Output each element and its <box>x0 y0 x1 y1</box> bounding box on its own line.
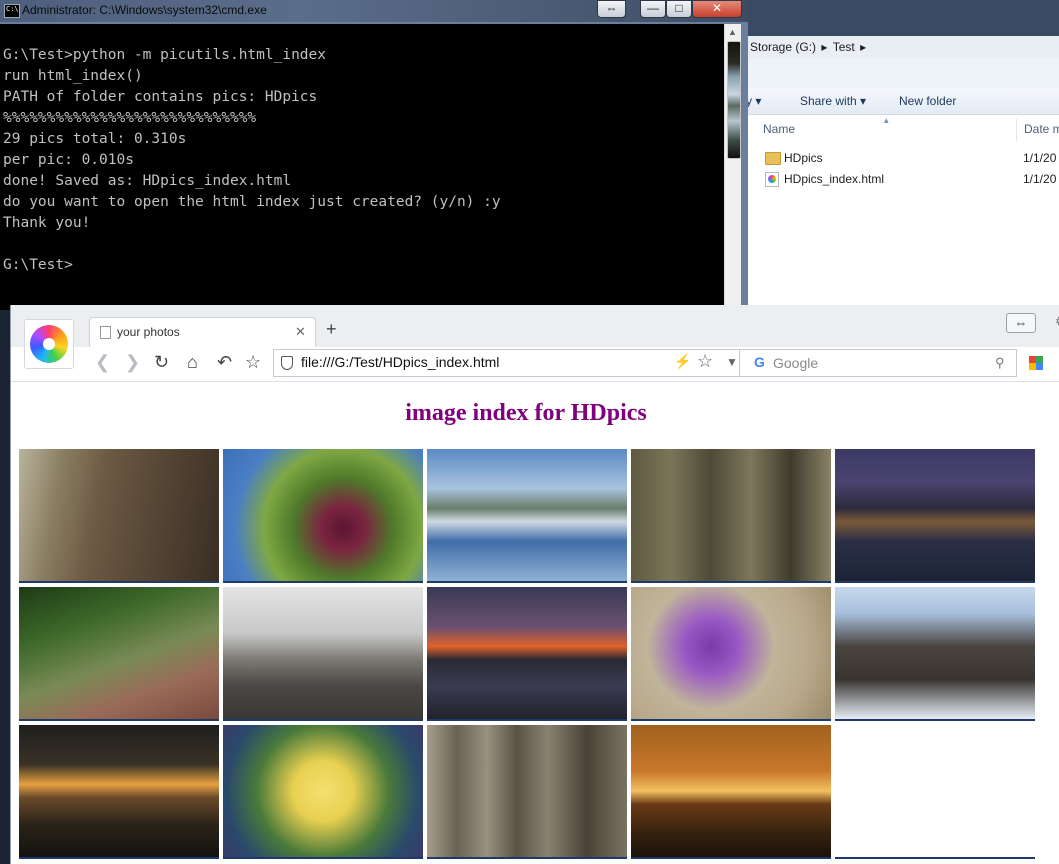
explorer-toolbar: y ▾ Share with ▾ New folder <box>746 88 1059 115</box>
new-tab-button[interactable]: + <box>326 319 337 340</box>
console-prompt: G:\Test> <box>3 257 73 273</box>
file-row-hdpics[interactable]: HDpics 1/1/20 <box>760 148 1059 168</box>
breadcrumb-storage[interactable]: Storage (G:) <box>750 40 816 54</box>
file-row-hdpics-index[interactable]: HDpics_index.html 1/1/20 <box>760 169 1059 189</box>
browser-logo-icon <box>30 325 68 363</box>
chevron-right-icon: ▸ <box>821 40 828 54</box>
console-line: Thank you! <box>3 215 91 231</box>
restore-button[interactable]: ⇔ <box>1006 313 1036 333</box>
thumbnail-clock-tower[interactable] <box>835 587 1035 721</box>
cmd-console-output[interactable]: G:\Test>python -m picutils.html_index ru… <box>0 24 724 310</box>
cmd-app-icon <box>4 4 20 18</box>
explorer-title-bar <box>748 0 1059 36</box>
undo-close-button[interactable]: ↶ <box>217 352 232 373</box>
folder-icon <box>765 152 781 165</box>
console-line: do you want to open the html index just … <box>3 194 501 210</box>
share-with-button[interactable]: Share with ▾ <box>800 94 866 108</box>
shield-icon <box>281 356 293 370</box>
column-name-header[interactable]: Name <box>763 122 795 136</box>
breadcrumb-test[interactable]: Test <box>833 40 855 54</box>
apps-icon[interactable] <box>1029 356 1043 370</box>
tab-your-photos[interactable]: your photos ✕ <box>89 317 316 348</box>
google-icon: G <box>754 354 765 370</box>
explorer-window: Storage (G:) ▸ Test ▸ y ▾ Share with ▾ N… <box>746 0 1059 310</box>
console-line: PATH of folder contains pics: HDpics <box>3 89 318 105</box>
search-box[interactable]: G Google ⚲ <box>739 349 1017 377</box>
explorer-search-strip <box>748 58 1059 88</box>
file-name: HDpics <box>784 151 823 165</box>
thumbnail-ivy-fence[interactable] <box>631 449 831 583</box>
tab-title: your photos <box>117 325 180 339</box>
menu-icon[interactable]: ⚙ <box>1055 313 1059 330</box>
page-content: image index for HDpics <box>11 382 1059 864</box>
cmd-window: Administrator: C:\Windows\system32\cmd.e… <box>0 0 748 310</box>
column-date-header[interactable]: Date m <box>1024 122 1059 136</box>
cmd-title: Administrator: C:\Windows\system32\cmd.e… <box>22 3 267 17</box>
file-list-header: Name ▴ Date m <box>748 115 1059 143</box>
thumbnail-grapes-vine[interactable] <box>223 449 423 583</box>
thumbnail-sunset-bay[interactable] <box>427 587 627 721</box>
thumbnail-wood-planks[interactable] <box>427 725 627 859</box>
file-name: HDpics_index.html <box>784 172 885 186</box>
explorer-address-bar[interactable]: Storage (G:) ▸ Test ▸ <box>748 36 1059 59</box>
page-icon <box>100 326 111 339</box>
chevron-right-icon: ▸ <box>860 40 867 54</box>
close-tab-icon[interactable]: ✕ <box>295 324 306 340</box>
browser-nav-bar: ❮ ❯ ↻ ⌂ ↶ ☆ file:///G:/Test/HDpics_index… <box>11 347 1059 382</box>
toolbar-organize-button[interactable]: y ▾ <box>746 94 761 108</box>
thumbnail-stone-roof[interactable] <box>223 587 423 721</box>
cmd-window-border <box>741 22 748 310</box>
html-file-icon <box>765 172 779 187</box>
thumbnail-yellow-dahlia[interactable] <box>223 725 423 859</box>
thumbnail-wooden-fence-path[interactable] <box>19 449 219 583</box>
maximize-button[interactable]: □ <box>666 0 692 18</box>
lightning-icon[interactable]: ⚡ <box>674 353 691 370</box>
new-folder-button[interactable]: New folder <box>899 94 956 108</box>
resize-toggle-button[interactable]: ⇔ <box>597 0 626 18</box>
back-button[interactable]: ❮ <box>95 352 110 373</box>
search-placeholder: Google <box>773 355 819 371</box>
column-divider[interactable] <box>1016 119 1017 141</box>
sort-up-icon: ▴ <box>884 115 889 125</box>
address-bar[interactable]: file:///G:/Test/HDpics_index.html ⚡ ☆ ▼ <box>273 349 741 377</box>
console-line: done! Saved as: HDpics_index.html <box>3 173 292 189</box>
file-date: 1/1/20 <box>1023 172 1057 186</box>
home-button[interactable]: ⌂ <box>187 352 198 373</box>
cmd-scrollbar[interactable]: ▲ <box>724 24 742 310</box>
console-line: per pic: 0.010s <box>3 152 134 168</box>
browser-tab-bar: your photos ✕ + ⇔ ⚙ <box>11 305 1059 348</box>
thumbnail-lake-tree-reflection[interactable] <box>727 41 741 159</box>
console-line: G:\Test>python -m picutils.html_index <box>3 47 327 63</box>
thumbnail-sailboat-sunset[interactable] <box>631 725 831 859</box>
bookmark-star-button[interactable]: ☆ <box>245 352 261 373</box>
thumbnail-night-town[interactable] <box>835 449 1035 583</box>
file-date: 1/1/20 <box>1023 151 1057 165</box>
search-icon[interactable]: ⚲ <box>995 355 1005 371</box>
thumbnail-purple-flowers[interactable] <box>631 587 831 721</box>
page-title: image index for HDpics <box>405 400 647 426</box>
thumbnail-cloudy-sunset[interactable] <box>19 725 219 859</box>
thumbnail-chapel-lake[interactable] <box>427 449 627 583</box>
favorite-star-icon[interactable]: ☆ <box>697 351 713 372</box>
thumbnail-butterfly-wood[interactable] <box>19 587 219 721</box>
console-line: run html_index() <box>3 68 143 84</box>
url-input[interactable]: file:///G:/Test/HDpics_index.html <box>301 354 499 370</box>
chevron-down-icon[interactable]: ▼ <box>726 355 738 369</box>
console-line: %%%%%%%%%%%%%%%%%%%%%%%%%%%%% <box>3 110 257 126</box>
scroll-up-icon[interactable]: ▲ <box>728 27 737 37</box>
minimize-button[interactable]: — <box>640 0 666 18</box>
cmd-title-bar[interactable]: Administrator: C:\Windows\system32\cmd.e… <box>0 0 748 22</box>
browser-logo[interactable] <box>24 319 74 369</box>
browser-window: your photos ✕ + ⇔ ⚙ ❮ ❯ ↻ ⌂ ↶ ☆ file:///… <box>10 305 1059 864</box>
thumbnail-image[interactable] <box>835 725 1035 859</box>
reload-button[interactable]: ↻ <box>154 352 169 373</box>
console-line: 29 pics total: 0.310s <box>3 131 187 147</box>
forward-button[interactable]: ❯ <box>125 352 140 373</box>
close-button[interactable]: ✕ <box>692 0 742 18</box>
